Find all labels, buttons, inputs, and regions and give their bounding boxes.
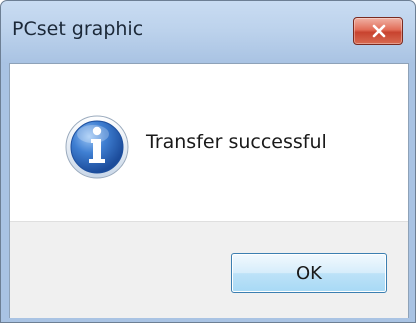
title-bar[interactable]: PCset graphic xyxy=(1,1,415,63)
ok-button[interactable]: OK xyxy=(231,253,387,293)
information-icon xyxy=(65,115,129,179)
close-button[interactable] xyxy=(353,17,403,45)
button-bar: OK xyxy=(10,221,408,318)
message-area: Transfer successful xyxy=(10,64,408,221)
message-text: Transfer successful xyxy=(146,131,327,153)
dialog-window: PCset graphic Transfer successful OK xyxy=(0,0,416,323)
close-icon xyxy=(372,24,386,38)
window-title: PCset graphic xyxy=(12,18,144,40)
dialog-content: Transfer successful OK xyxy=(9,63,409,318)
